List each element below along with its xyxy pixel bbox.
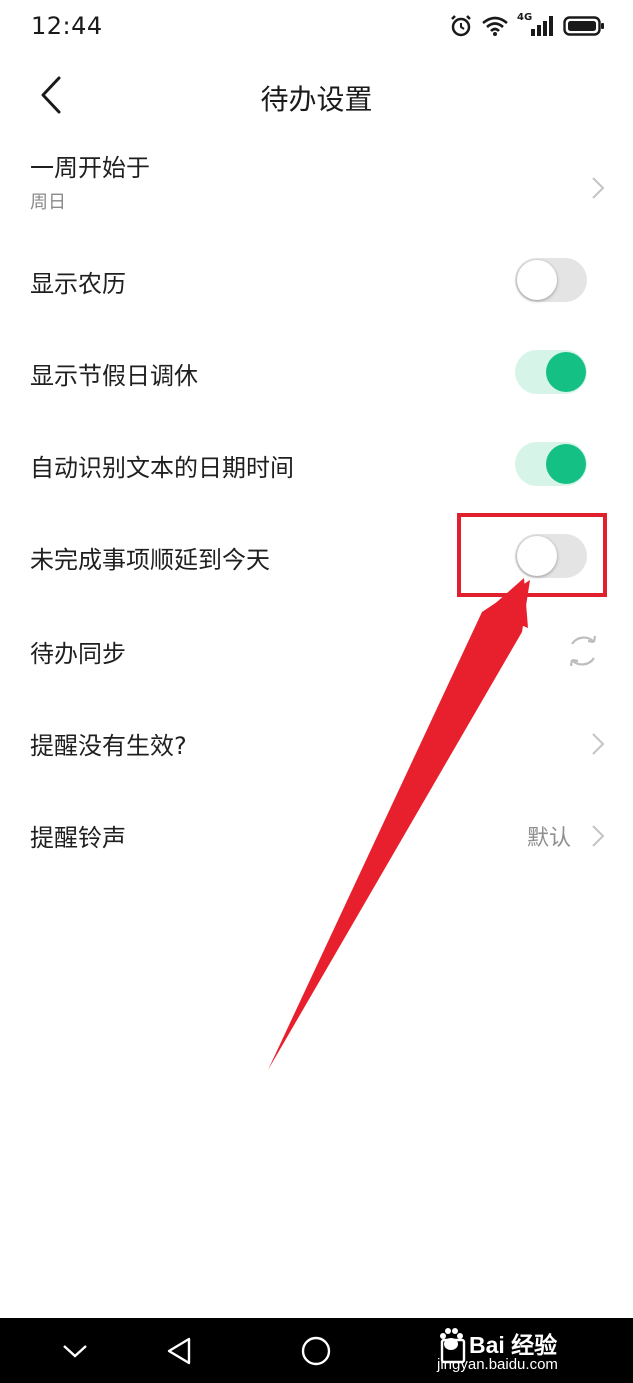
setting-auto-recognize-date: 自动识别文本的日期时间 xyxy=(0,420,633,508)
setting-show-holiday: 显示节假日调休 xyxy=(0,328,633,416)
annotation-highlight-box xyxy=(457,513,607,597)
setting-label: 提醒铃声 xyxy=(30,824,126,852)
chevron-right-icon xyxy=(592,177,605,199)
app-header: 待办设置 xyxy=(0,60,633,132)
setting-reminder-not-working[interactable]: 提醒没有生效? xyxy=(0,698,633,790)
nav-back-button[interactable] xyxy=(144,1318,214,1383)
setting-label: 自动识别文本的日期时间 xyxy=(30,454,294,482)
setting-label: 一周开始于 xyxy=(30,154,150,182)
status-bar: 12:44 4G xyxy=(0,0,633,52)
sync-icon[interactable] xyxy=(564,632,602,670)
toggle-knob xyxy=(517,260,557,300)
nav-hide-button[interactable] xyxy=(40,1318,110,1383)
system-nav-bar: Bai 经验 jingyan.baidu.com xyxy=(0,1318,633,1383)
setting-sublabel: 周日 xyxy=(30,192,66,213)
signal-icon: 4G xyxy=(517,12,555,38)
chevron-right-icon xyxy=(592,825,605,847)
show-lunar-toggle[interactable] xyxy=(515,258,587,302)
paw-logo-icon xyxy=(440,1328,463,1350)
setting-label: 提醒没有生效? xyxy=(30,732,187,760)
toggle-knob xyxy=(546,352,586,392)
setting-label: 待办同步 xyxy=(30,640,126,668)
status-icons: 4G xyxy=(449,12,605,40)
baidu-jingyan-watermark: Bai 经验 jingyan.baidu.com xyxy=(437,1324,597,1376)
watermark-url: jingyan.baidu.com xyxy=(437,1356,558,1373)
home-circle-icon xyxy=(301,1336,331,1365)
chevron-down-icon xyxy=(63,1344,87,1358)
watermark-brand: Bai 经验 xyxy=(469,1332,558,1358)
setting-show-lunar: 显示农历 xyxy=(0,236,633,324)
wifi-icon xyxy=(481,15,509,37)
ringtone-value: 默认 xyxy=(526,826,571,851)
back-triangle-icon xyxy=(167,1337,191,1364)
status-time: 12:44 xyxy=(31,12,103,40)
auto-recognize-toggle[interactable] xyxy=(515,442,587,486)
alarm-icon xyxy=(449,14,473,38)
nav-home-button[interactable] xyxy=(281,1318,351,1383)
setting-todo-sync[interactable]: 待办同步 xyxy=(0,604,633,696)
show-holiday-toggle[interactable] xyxy=(515,350,587,394)
chevron-right-icon xyxy=(592,733,605,755)
page-title: 待办设置 xyxy=(260,83,373,116)
setting-label: 显示农历 xyxy=(30,270,126,298)
setting-label: 未完成事项顺延到今天 xyxy=(30,546,270,574)
setting-label: 显示节假日调休 xyxy=(30,362,198,390)
battery-icon xyxy=(563,15,605,37)
toggle-knob xyxy=(546,444,586,484)
setting-reminder-ringtone[interactable]: 提醒铃声 默认 xyxy=(0,790,633,882)
setting-week-start[interactable]: 一周开始于 周日 xyxy=(0,140,633,232)
